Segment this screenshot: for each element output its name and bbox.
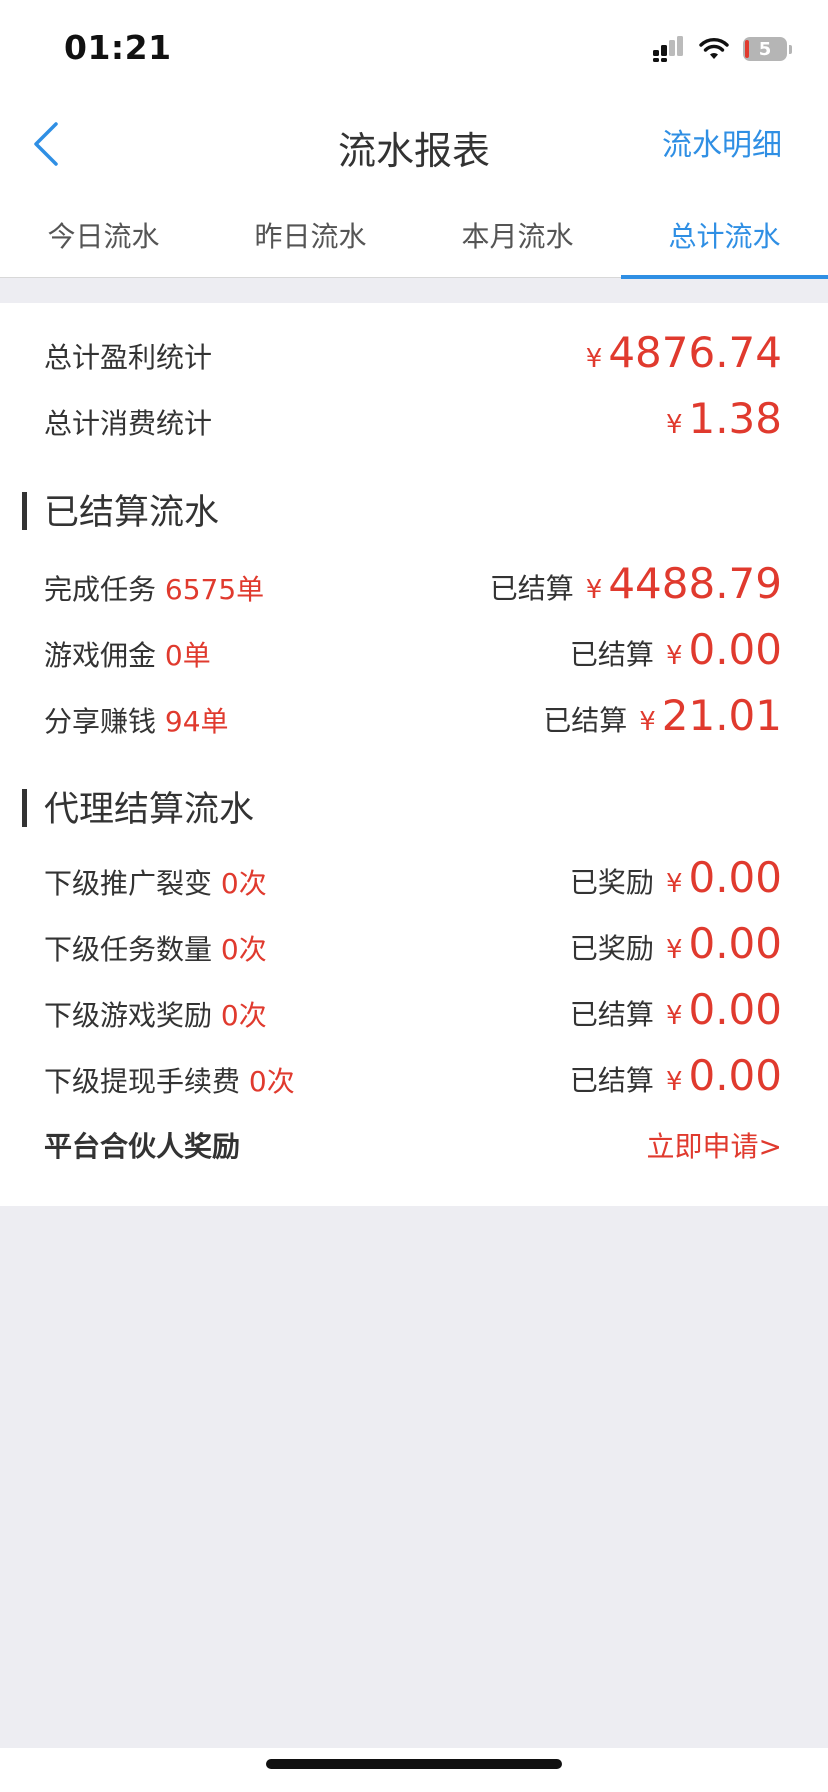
row-count: 0单 bbox=[164, 639, 211, 672]
row-label: 下级任务数量 bbox=[44, 933, 213, 966]
row-count: 0次 bbox=[220, 933, 267, 966]
flow-detail-link[interactable]: 流水明细 bbox=[662, 120, 782, 164]
agent-row-amount-group: 已奖励 ¥ 0.00 bbox=[570, 853, 782, 902]
row-status: 已结算 bbox=[569, 638, 654, 671]
row-status: 已结算 bbox=[569, 998, 654, 1031]
settled-row-label-group: 分享赚钱 94单 bbox=[44, 700, 229, 740]
total-profit-label: 总计盈利统计 bbox=[44, 341, 213, 374]
settled-row-amount-group: 已结算 ¥ 0.00 bbox=[570, 625, 782, 674]
settled-row-amount-group: 已结算 ¥ 4488.79 bbox=[490, 559, 782, 608]
currency-symbol: ¥ bbox=[665, 869, 683, 899]
currency-symbol: ¥ bbox=[585, 575, 603, 605]
agent-row-label-group: 下级提现手续费 0次 bbox=[44, 1060, 295, 1100]
row-count: 94单 bbox=[164, 705, 229, 738]
row-status: 已结算 bbox=[543, 704, 628, 737]
row-amount: 4488.79 bbox=[608, 559, 782, 608]
agent-section-title: 代理结算流水 bbox=[44, 790, 255, 830]
row-amount: 21.01 bbox=[661, 691, 782, 740]
total-consume-amount-group: ¥ 1.38 bbox=[666, 394, 782, 443]
row-count: 6575单 bbox=[164, 573, 265, 606]
currency-symbol: ¥ bbox=[639, 707, 656, 737]
section-marker bbox=[22, 492, 27, 530]
total-profit-value: 4876.74 bbox=[608, 328, 782, 377]
currency-symbol: ¥ bbox=[585, 344, 603, 374]
header-area: 01:21 5 流水报表 流水明细 今日流水 昨日流水 本月流水 总计流水 bbox=[0, 0, 828, 279]
row-label: 下级推广裂变 bbox=[44, 867, 213, 900]
report-card: 总计盈利统计 ¥ 4876.74 总计消费统计 ¥ 1.38 已结算流水 完成任… bbox=[0, 303, 828, 1206]
row-count: 0次 bbox=[248, 1065, 295, 1098]
agent-row-label-group: 下级游戏奖励 0次 bbox=[44, 994, 267, 1034]
partner-reward-label: 平台合伙人奖励 bbox=[44, 1130, 241, 1163]
back-button[interactable] bbox=[28, 118, 68, 170]
tab-month[interactable]: 本月流水 bbox=[414, 200, 621, 278]
nav-bar: 流水报表 流水明细 bbox=[0, 100, 828, 188]
tab-yesterday[interactable]: 昨日流水 bbox=[207, 200, 414, 278]
row-label: 分享赚钱 bbox=[44, 705, 157, 738]
row-label: 完成任务 bbox=[44, 573, 157, 606]
apply-now-link[interactable]: 立即申请> bbox=[647, 1125, 782, 1165]
currency-symbol: ¥ bbox=[665, 410, 683, 440]
currency-symbol: ¥ bbox=[665, 1001, 683, 1031]
row-amount: 0.00 bbox=[688, 625, 782, 674]
currency-symbol: ¥ bbox=[665, 641, 683, 671]
row-label: 游戏佣金 bbox=[44, 639, 157, 672]
status-icons: 5 bbox=[653, 32, 792, 66]
row-amount: 0.00 bbox=[688, 919, 782, 968]
chevron-left-icon bbox=[34, 122, 58, 166]
row-label: 下级提现手续费 bbox=[44, 1065, 241, 1098]
agent-row-amount-group: 已奖励 ¥ 0.00 bbox=[570, 919, 782, 968]
battery-level: 5 bbox=[758, 38, 772, 60]
total-consume-label: 总计消费统计 bbox=[44, 407, 213, 440]
battery-tip bbox=[789, 44, 792, 54]
row-status: 已结算 bbox=[569, 1064, 654, 1097]
currency-symbol: ¥ bbox=[665, 1067, 683, 1097]
home-indicator[interactable] bbox=[266, 1759, 562, 1769]
signal-icon bbox=[653, 36, 683, 62]
row-status: 已奖励 bbox=[569, 932, 654, 965]
currency-symbol: ¥ bbox=[665, 935, 683, 965]
wifi-icon bbox=[699, 38, 729, 59]
tab-total[interactable]: 总计流水 bbox=[621, 200, 828, 279]
agent-row-label-group: 下级任务数量 0次 bbox=[44, 928, 267, 968]
settled-row-amount-group: 已结算 ¥ 21.01 bbox=[543, 691, 782, 740]
row-label: 下级游戏奖励 bbox=[44, 999, 213, 1032]
section-marker bbox=[22, 789, 27, 827]
status-time: 01:21 bbox=[64, 28, 172, 67]
row-amount: 0.00 bbox=[688, 853, 782, 902]
row-status: 已结算 bbox=[489, 572, 574, 605]
agent-row-amount-group: 已结算 ¥ 0.00 bbox=[570, 1051, 782, 1100]
row-amount: 0.00 bbox=[688, 985, 782, 1034]
settled-row-label-group: 游戏佣金 0单 bbox=[44, 634, 211, 674]
tab-bar: 今日流水 昨日流水 本月流水 总计流水 bbox=[0, 200, 828, 279]
agent-row-amount-group: 已结算 ¥ 0.00 bbox=[570, 985, 782, 1034]
row-status: 已奖励 bbox=[569, 866, 654, 899]
row-amount: 0.00 bbox=[688, 1051, 782, 1100]
tab-today[interactable]: 今日流水 bbox=[0, 200, 207, 278]
home-bar-area bbox=[0, 1748, 828, 1792]
row-count: 0次 bbox=[220, 999, 267, 1032]
settled-row-label-group: 完成任务 6575单 bbox=[44, 568, 264, 608]
row-count: 0次 bbox=[220, 867, 267, 900]
total-consume-value: 1.38 bbox=[688, 394, 782, 443]
battery-icon: 5 bbox=[743, 37, 787, 61]
agent-row-label-group: 下级推广裂变 0次 bbox=[44, 862, 267, 902]
settled-section-title: 已结算流水 bbox=[44, 493, 220, 533]
battery-low-indicator bbox=[745, 40, 749, 58]
total-profit-amount-group: ¥ 4876.74 bbox=[586, 328, 782, 377]
